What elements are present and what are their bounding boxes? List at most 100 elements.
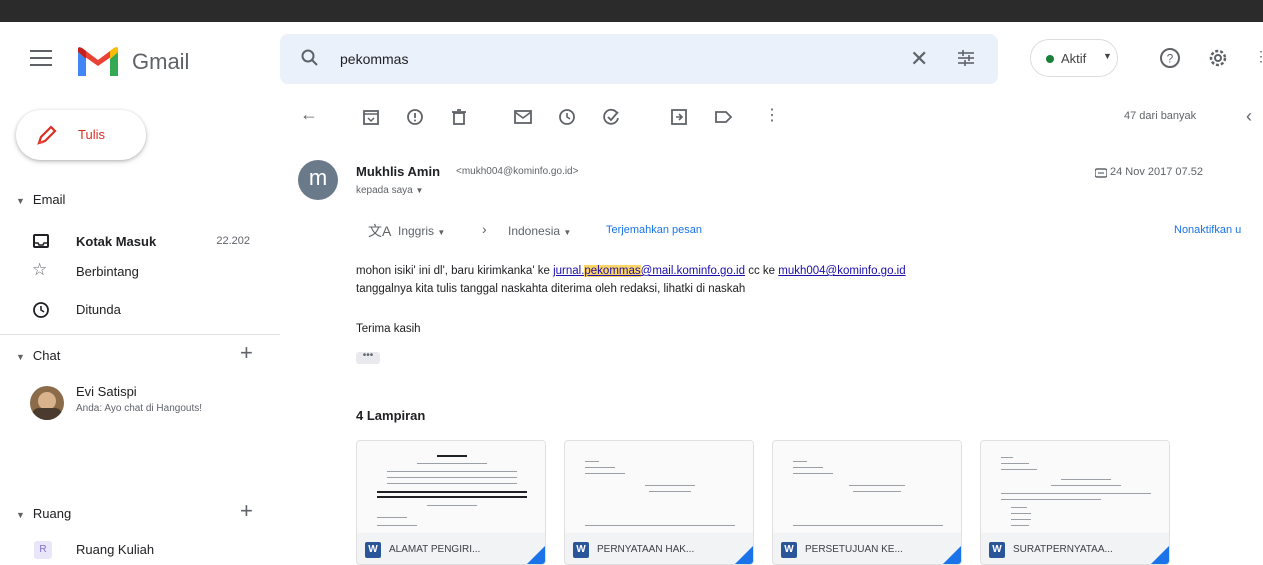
- chevron-down-icon: ▼: [415, 186, 424, 195]
- clear-search-icon[interactable]: ✕: [910, 46, 928, 72]
- more-options-icon[interactable]: ⋮: [764, 105, 786, 127]
- link-part: jurnal.: [553, 265, 585, 277]
- word-doc-icon: W: [573, 542, 589, 558]
- body-text: mohon isiki' ini dl', baru kirimkanka' k…: [356, 265, 554, 277]
- help-icon[interactable]: ?: [1158, 46, 1182, 70]
- attachment-footer: W ALAMAT PENGIRI...: [357, 533, 545, 564]
- attachment-filename: PERSETUJUAN KE...: [805, 544, 903, 555]
- translate-to-dropdown[interactable]: Indonesia ▼: [508, 224, 571, 238]
- inbox-icon: [33, 234, 49, 248]
- compose-label: Tulis: [78, 127, 105, 142]
- attachment-card[interactable]: W ALAMAT PENGIRI...: [356, 440, 546, 565]
- signoff: Terima kasih: [356, 323, 421, 335]
- settings-gear-icon[interactable]: [1206, 46, 1230, 70]
- unread-count: 22.202: [216, 235, 250, 247]
- svg-text:?: ?: [1167, 52, 1174, 66]
- sidebar-item-label: Ruang Kuliah: [76, 542, 155, 557]
- caret-down-icon: ▼: [16, 352, 25, 362]
- body-line-1: mohon isiki' ini dl', baru kirimkanka' k…: [356, 262, 906, 280]
- rooms-section-toggle[interactable]: ▼ Ruang: [16, 506, 71, 521]
- attachment-footer: W SURATPERNYATAA...: [981, 533, 1169, 564]
- status-dropdown[interactable]: Aktif ▼: [1030, 39, 1118, 77]
- attachment-preview: [981, 441, 1169, 533]
- doc-corner-icon: [525, 544, 545, 564]
- avatar[interactable]: [30, 386, 64, 420]
- attachments-title: 4 Lampiran: [356, 408, 426, 423]
- move-to-icon[interactable]: [668, 106, 690, 128]
- body-line-2: tanggalnya kita tulis tanggal naskahta d…: [356, 283, 746, 295]
- word-doc-icon: W: [989, 542, 1005, 558]
- back-arrow-icon[interactable]: ←: [300, 104, 322, 126]
- translate-bar: 文A Inggris ▼ › Indonesia ▼ Terjemahkan p…: [356, 216, 1263, 246]
- sidebar-item-label: Ditunda: [76, 302, 121, 317]
- email-link-mukh[interactable]: mukh004@kominfo.go.id: [778, 265, 905, 277]
- star-icon: ☆: [32, 260, 48, 279]
- sidebar-item-starred[interactable]: ☆ Berbintang: [0, 256, 270, 286]
- attachment-card[interactable]: W PERNYATAAN HAK...: [564, 440, 754, 565]
- message-view: m Mukhlis Amin <mukh004@kominfo.go.id> k…: [280, 140, 1263, 565]
- chevron-down-icon: ▼: [563, 228, 572, 237]
- search-icon[interactable]: [300, 48, 320, 68]
- attachment-card[interactable]: W SURATPERNYATAA...: [980, 440, 1170, 565]
- apps-icon[interactable]: ⋮: [1254, 48, 1263, 65]
- gmail-logo-icon[interactable]: [76, 46, 120, 78]
- disable-translate-link[interactable]: Nonaktifkan u: [1174, 224, 1241, 236]
- caret-down-icon: ▼: [16, 196, 25, 206]
- sidebar-item-room[interactable]: R Ruang Kuliah: [0, 534, 270, 564]
- doc-corner-icon: [941, 544, 961, 564]
- chat-section-label: Chat: [32, 348, 61, 363]
- search-input[interactable]: [340, 46, 860, 72]
- email-link-jurnal[interactable]: jurnal.pekommas@mail.kominfo.go.id: [553, 265, 745, 277]
- archive-icon[interactable]: [360, 106, 382, 128]
- add-to-tasks-icon[interactable]: [600, 106, 622, 128]
- room-initial-icon: R: [34, 541, 52, 559]
- mark-unread-mail-icon[interactable]: [512, 106, 534, 128]
- recipients-toggle[interactable]: kepada saya ▼: [356, 185, 423, 196]
- new-chat-plus-icon[interactable]: +: [240, 340, 253, 366]
- delete-trash-icon[interactable]: [448, 106, 470, 128]
- sender-avatar[interactable]: m: [298, 160, 338, 200]
- message-counter: 47 dari banyak: [1124, 110, 1197, 122]
- show-trimmed-button[interactable]: •••: [356, 351, 380, 364]
- email-section-toggle[interactable]: ▼ Email: [16, 192, 65, 207]
- chat-section-toggle[interactable]: ▼ Chat: [16, 348, 60, 363]
- doc-corner-icon: [1149, 544, 1169, 564]
- compose-button[interactable]: Tulis: [16, 110, 146, 160]
- new-room-plus-icon[interactable]: +: [240, 498, 253, 524]
- sidebar: Tulis ▼ Email Kotak Masuk 22.202 ☆ Berbin…: [0, 96, 280, 565]
- attachment-card[interactable]: W PERSETUJUAN KE...: [772, 440, 962, 565]
- snooze-clock-icon[interactable]: [556, 106, 578, 128]
- search-bar[interactable]: ✕: [280, 34, 998, 84]
- attachment-footer: W PERNYATAAN HAK...: [565, 533, 753, 564]
- word-doc-icon: W: [781, 542, 797, 558]
- translate-icon: 文A: [368, 223, 392, 239]
- message-date: 24 Nov 2017 07.52: [1110, 166, 1203, 178]
- main-menu-button[interactable]: [30, 50, 52, 68]
- attachment-preview: [565, 441, 753, 533]
- report-spam-icon[interactable]: [404, 106, 426, 128]
- chevron-right-icon: ›: [482, 221, 487, 237]
- search-options-icon[interactable]: [956, 48, 976, 68]
- chat-contact-name[interactable]: Evi Satispi: [76, 384, 137, 399]
- sidebar-item-label: Berbintang: [76, 264, 139, 279]
- label-tag-icon[interactable]: [712, 106, 734, 128]
- newer-chevron-left-icon[interactable]: ‹: [1246, 106, 1252, 127]
- attachment-preview: [773, 441, 961, 533]
- translate-from-dropdown[interactable]: Inggris ▼: [398, 224, 445, 238]
- sender-name[interactable]: Mukhlis Amin: [356, 164, 440, 179]
- status-label: Aktif: [1061, 51, 1087, 66]
- translate-message-link[interactable]: Terjemahkan pesan: [606, 224, 702, 236]
- search-highlight: pekommas: [584, 265, 641, 277]
- attachment-footer: W PERSETUJUAN KE...: [773, 533, 961, 564]
- translate-to-label: Indonesia: [508, 224, 561, 238]
- attachment-clip-icon: [1095, 168, 1107, 178]
- divider: [0, 334, 280, 335]
- doc-corner-icon: [733, 544, 753, 564]
- app-name: Gmail: [132, 49, 190, 74]
- attachment-filename: PERNYATAAN HAK...: [597, 544, 695, 555]
- caret-down-icon: ▼: [16, 510, 25, 520]
- chevron-down-icon: ▼: [437, 228, 446, 237]
- sidebar-item-inbox[interactable]: Kotak Masuk 22.202: [0, 226, 270, 256]
- clock-icon: [33, 302, 49, 318]
- sidebar-item-snoozed[interactable]: Ditunda: [0, 294, 270, 324]
